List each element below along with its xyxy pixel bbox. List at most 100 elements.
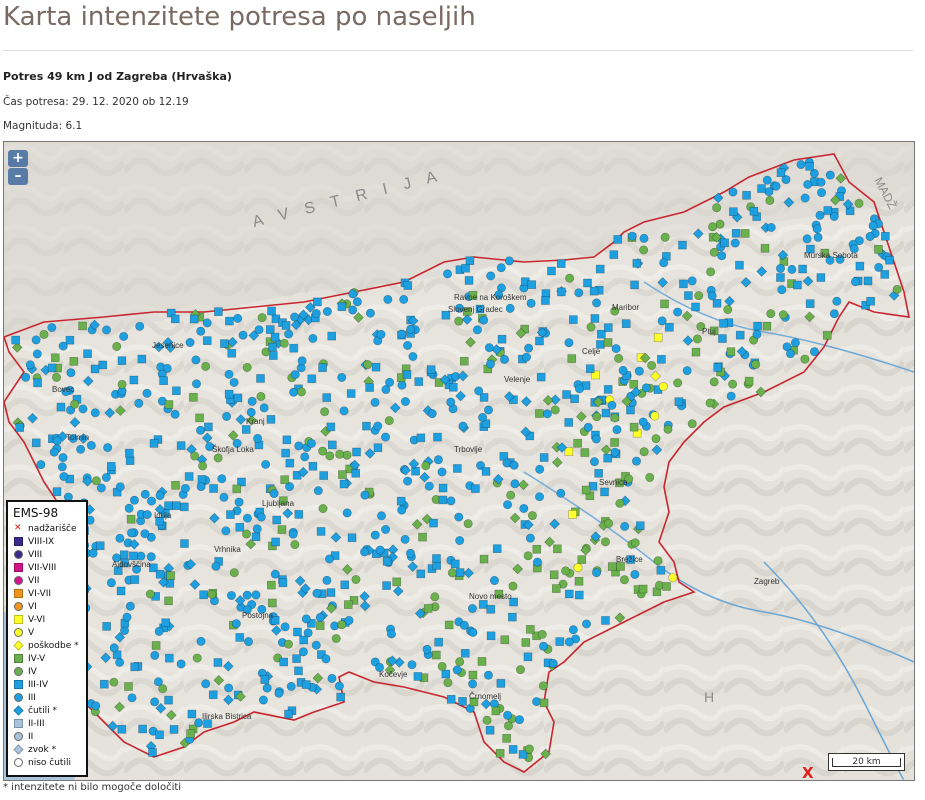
intensity-point-circle <box>135 321 145 331</box>
intensity-point-circle <box>318 446 328 456</box>
intensity-point-square <box>307 374 317 384</box>
intensity-point-square <box>267 580 276 590</box>
intensity-point-circle <box>140 529 150 539</box>
intensity-map[interactable]: Maribor Murska Sobota Ravne na Koroškem Slo… <box>3 141 915 781</box>
city-label: Celje <box>582 347 601 356</box>
intensity-point-circle <box>180 483 190 493</box>
intensity-point-square <box>497 334 507 344</box>
intensity-point-circle <box>150 650 160 660</box>
intensity-point-square <box>432 554 441 563</box>
intensity-point-circle <box>709 377 719 387</box>
intensity-point-square <box>874 244 883 254</box>
intensity-point-circle <box>561 566 571 576</box>
intensity-point-circle <box>421 461 431 471</box>
intensity-point-circle <box>424 481 434 491</box>
footnote: * intenzitete ni bilo mogoče določiti <box>3 782 182 793</box>
intensity-point-circle <box>615 498 625 508</box>
intensity-point-circle <box>258 695 268 705</box>
legend-title: EMS-98 <box>13 506 59 520</box>
intensity-point-square <box>352 447 361 457</box>
intensity-point-circle <box>790 338 800 348</box>
intensity-point-circle <box>76 444 86 454</box>
intensity-point-circle <box>766 309 776 319</box>
zoom-out-button[interactable]: – <box>8 168 28 185</box>
intensity-point-square <box>69 357 79 366</box>
intensity-point-circle <box>430 592 440 602</box>
intensity-point-square <box>573 438 582 448</box>
legend-symbol-x: ✕ <box>14 523 22 533</box>
intensity-point-square <box>526 625 535 634</box>
intensity-point-circle <box>673 378 683 388</box>
legend-label: IV <box>28 666 37 677</box>
intensity-point-square <box>208 690 218 700</box>
intensity-point-square <box>129 375 139 385</box>
intensity-point-square <box>776 273 785 282</box>
map-canvas[interactable]: Maribor Murska Sobota Ravne na Koroškem Slo… <box>4 142 914 780</box>
city-label: Tolmin <box>66 433 89 442</box>
intensity-point-square <box>189 392 198 402</box>
intensity-point-circle <box>607 400 617 410</box>
intensity-point-square <box>735 330 745 340</box>
intensity-point-square <box>665 322 674 332</box>
intensity-point-square <box>446 695 456 704</box>
intensity-point-square <box>294 510 304 519</box>
intensity-point-square <box>319 471 329 480</box>
intensity-point-square <box>214 307 223 316</box>
intensity-point-circle <box>49 447 59 457</box>
intensity-point-square <box>130 662 139 672</box>
intensity-point-circle <box>407 660 417 670</box>
intensity-point-square <box>125 456 135 465</box>
intensity-point-circle <box>565 273 575 283</box>
intensity-point-circle <box>365 308 375 318</box>
intensity-point-square <box>56 402 66 412</box>
intensity-point-square <box>495 748 505 758</box>
legend-item: V <box>8 626 86 639</box>
intensity-point-circle <box>527 511 537 521</box>
intensity-point-circle <box>802 234 812 244</box>
intensity-point-square <box>468 670 478 680</box>
intensity-point-circle <box>196 636 206 646</box>
intensity-point-square <box>601 408 611 418</box>
intensity-point-square <box>441 669 451 679</box>
legend-symbol-square <box>14 563 23 572</box>
intensity-point-square <box>47 363 57 373</box>
city-label: Brežice <box>616 555 643 564</box>
intensity-point-square <box>657 355 666 364</box>
intensity-point-square <box>549 570 559 580</box>
zoom-in-button[interactable]: + <box>8 150 28 167</box>
intensity-point-circle <box>499 354 509 364</box>
intensity-point-square <box>224 389 234 399</box>
intensity-point-square <box>805 162 814 171</box>
intensity-point-square <box>557 287 566 297</box>
intensity-point-square <box>691 347 701 357</box>
intensity-point-circle <box>381 525 391 535</box>
intensity-point-square <box>653 333 663 342</box>
intensity-point-circle <box>600 537 610 547</box>
intensity-point-square <box>278 578 288 588</box>
intensity-point-circle <box>88 548 98 558</box>
intensity-point-circle <box>522 352 532 362</box>
intensity-point-square <box>713 363 723 372</box>
intensity-point-circle <box>506 490 516 500</box>
intensity-point-square <box>603 338 613 347</box>
intensity-point-circle <box>854 198 864 208</box>
zoom-controls: + – <box>8 150 30 186</box>
intensity-point-circle <box>657 316 667 326</box>
intensity-point-square <box>256 374 265 383</box>
intensity-point-square <box>371 362 381 372</box>
city-label: Slovenj Gradec <box>448 305 503 314</box>
intensity-point-square <box>684 291 693 300</box>
legend-label: VII <box>28 575 40 586</box>
intensity-point-square <box>776 168 786 178</box>
intensity-point-square <box>753 321 762 331</box>
intensity-point-square <box>464 276 474 285</box>
intensity-point-circle <box>176 659 186 669</box>
intensity-point-square <box>500 635 510 645</box>
intensity-point-circle <box>592 568 602 578</box>
intensity-point-square <box>301 680 311 689</box>
intensity-point-square <box>225 316 234 326</box>
intensity-point-square <box>433 432 442 442</box>
legend-label: zvok * <box>28 744 57 755</box>
intensity-point-circle <box>136 551 146 561</box>
intensity-point-circle <box>109 677 119 687</box>
